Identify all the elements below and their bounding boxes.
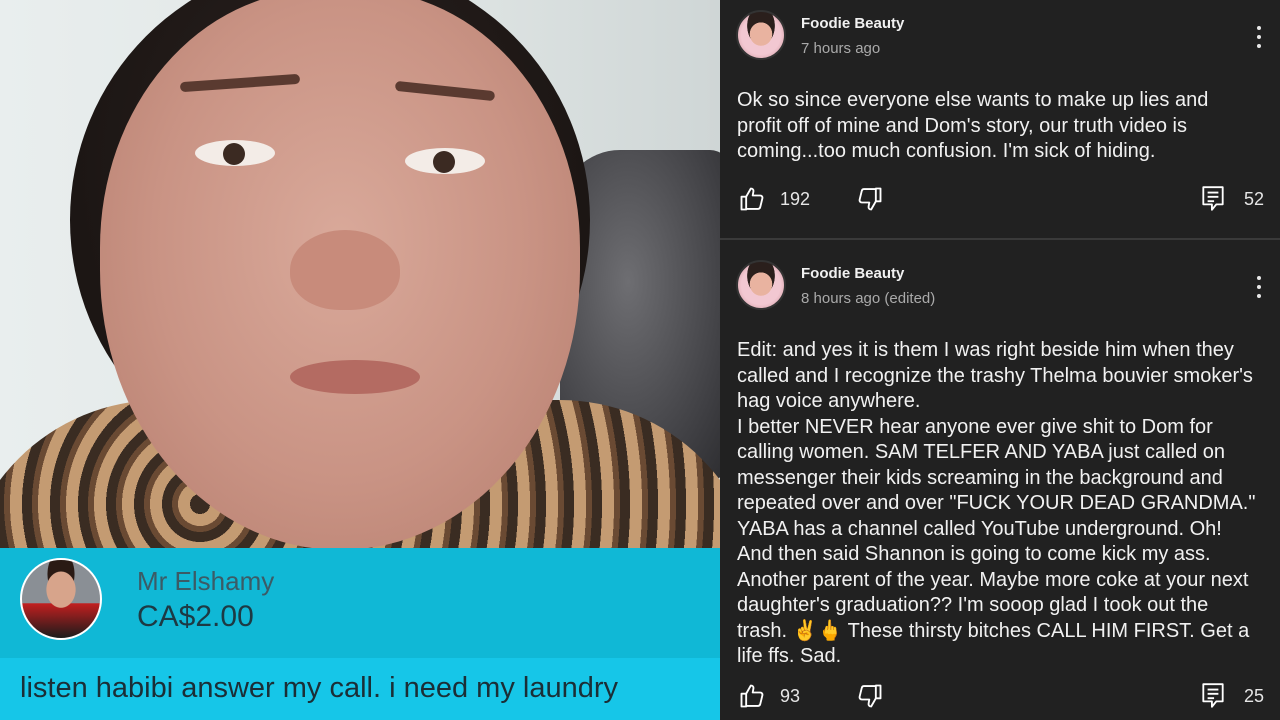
mouth [290,360,420,394]
donation-message: listen habibi answer my call. i need my … [20,672,618,704]
right-eye [405,148,485,174]
reply-icon [1202,186,1224,211]
comment-author[interactable]: Foodie Beauty [801,15,904,32]
comment-1: Foodie Beauty 7 hours ago Ok so since ev… [720,0,1280,238]
comment-text: Ok so since everyone else wants to make … [737,89,1214,162]
comment-actions: 192 52 [720,181,1280,217]
reply-count: 25 [1243,685,1264,706]
comment-2: Foodie Beauty 8 hours ago (edited) Edit:… [720,240,1280,720]
comment-author[interactable]: Foodie Beauty [801,265,904,282]
left-eye [195,140,275,166]
donation-amount: CA$2.00 [137,600,254,633]
reply-button[interactable]: 25 [1200,678,1264,714]
comment-actions: 93 25 [720,678,1280,714]
like-button[interactable]: 192 [738,181,810,217]
donor-name: Mr Elshamy [137,566,275,596]
reply-count: 52 [1243,188,1264,209]
dislike-button[interactable] [856,181,884,217]
like-count: 93 [780,685,801,706]
comment-text: Edit: and yes it is them I was right bes… [737,339,1256,667]
thumbs-up-icon [740,684,764,708]
thumbs-down-icon [858,684,882,708]
author-avatar[interactable] [736,10,786,60]
like-button[interactable]: 93 [738,678,800,714]
donor-avatar [20,558,102,640]
like-count: 192 [780,188,811,209]
thumbs-down-icon [858,187,882,211]
comment-timestamp: 7 hours ago [801,40,881,57]
donation-banner: Mr Elshamy CA$2.00 [0,548,720,658]
donation-message-bar: listen habibi answer my call. i need my … [0,658,720,720]
comments-panel: Foodie Beauty 7 hours ago Ok so since ev… [720,0,1280,720]
comment-timestamp: 8 hours ago (edited) [801,290,936,307]
video-frame[interactable]: Mr Elshamy CA$2.00 listen habibi answer … [0,0,720,720]
more-vert-icon[interactable] [1254,276,1264,298]
reply-icon [1202,683,1224,708]
thumbs-up-icon [740,187,764,211]
nose [290,230,400,310]
more-vert-icon[interactable] [1254,26,1264,48]
reply-button[interactable]: 52 [1200,181,1264,217]
dislike-button[interactable] [856,678,884,714]
author-avatar[interactable] [736,260,786,310]
